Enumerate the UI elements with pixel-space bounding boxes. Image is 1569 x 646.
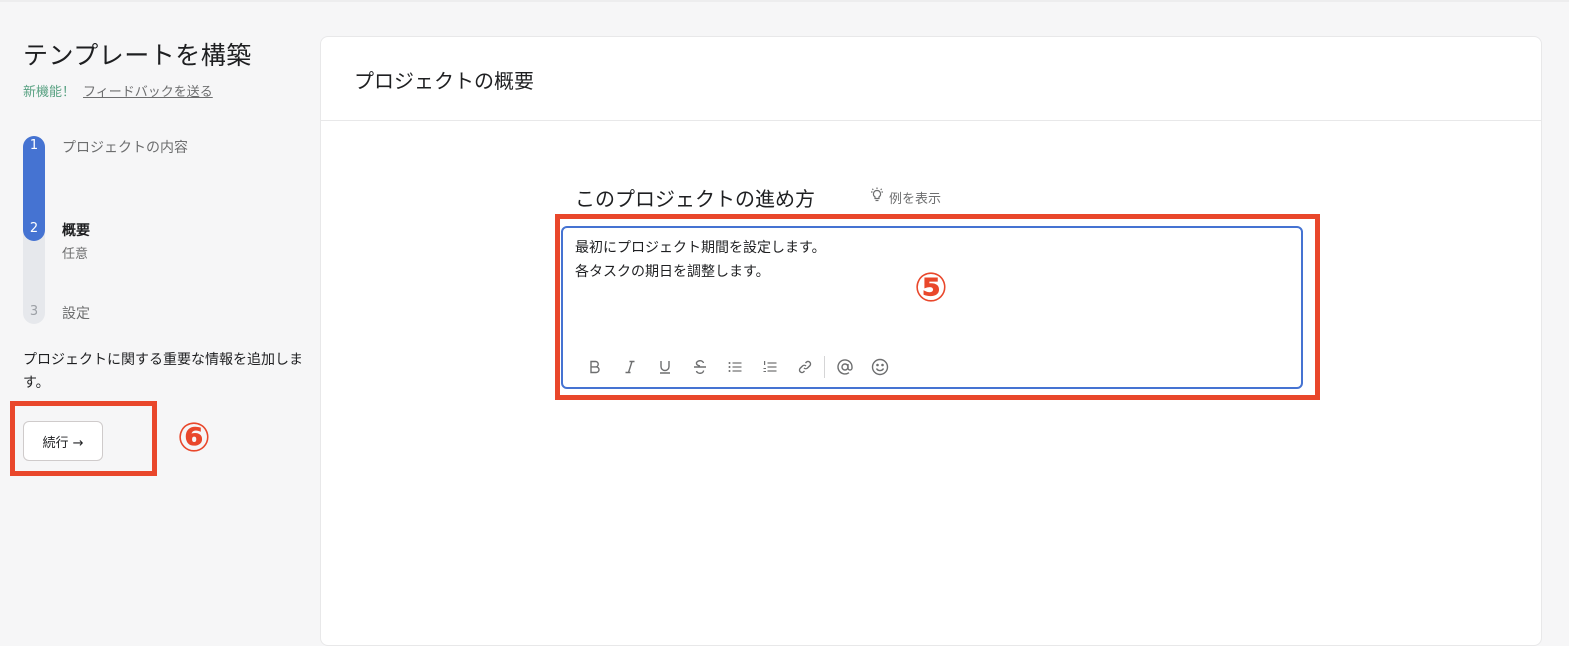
show-example-link[interactable]: 例を表示 <box>869 187 941 207</box>
step-number-1: 1 <box>29 138 39 153</box>
panel-title: プロジェクトの概要 <box>354 69 534 93</box>
continue-annotation-box <box>10 401 157 476</box>
step-label-content[interactable]: プロジェクトの内容 <box>62 137 188 157</box>
step-sublabel-optional: 任意 <box>62 247 89 262</box>
step-number-3: 3 <box>29 304 39 319</box>
feedback-link[interactable]: フィードバックを送る <box>83 85 213 100</box>
sidebar-subline: 新機能！ フィードバックを送る <box>23 81 213 100</box>
step-label-overview[interactable]: 概要 <box>62 220 90 240</box>
step-number-2: 2 <box>29 221 39 236</box>
new-feature-badge: 新機能！ <box>23 85 76 100</box>
lightbulb-icon <box>869 187 885 207</box>
sidebar-title: テンプレートを構築 <box>23 41 252 70</box>
continue-annotation-marker: ⑥ <box>177 415 211 461</box>
editor-annotation-marker: ⑤ <box>914 265 948 311</box>
panel-header: プロジェクトの概要 <box>321 37 1541 121</box>
show-example-label: 例を表示 <box>889 191 942 207</box>
step-label-settings[interactable]: 設定 <box>62 303 90 323</box>
section-title: このプロジェクトの進め方 <box>575 187 815 211</box>
sidebar-description: プロジェクトに関する重要な情報を追加します。 <box>23 352 303 391</box>
sidebar: テンプレートを構築 新機能！ フィードバックを送る 1 プロジェクトの内容 2 概… <box>0 0 315 637</box>
